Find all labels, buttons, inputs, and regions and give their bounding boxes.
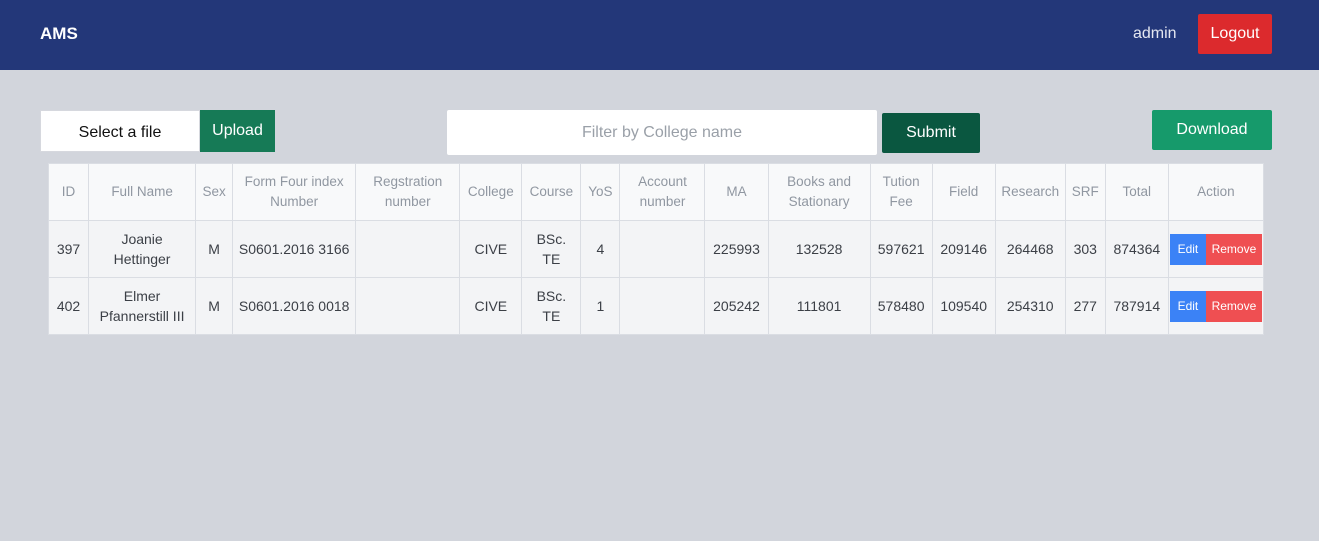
cell-books: 132528 [767,220,871,278]
cell-registration-number [355,220,461,278]
upload-button[interactable]: Upload [200,110,275,152]
col-header-form-four-index: Form Four index Number [232,163,357,221]
remove-button[interactable]: Remove [1205,233,1262,265]
cell-college: CIVE [459,277,523,335]
col-header-full-name: Full Name [88,163,197,221]
col-header-action: Action [1167,163,1265,221]
cell-form-four-index: S0601.2016 0018 [232,277,357,335]
col-header-field: Field [931,163,996,221]
cell-account-number [619,277,706,335]
table-header-row: ID Full Name Sex Form Four index Number … [47,163,1265,221]
cell-sex: M [195,220,234,278]
cell-account-number [619,220,706,278]
cell-srf: 277 [1064,277,1106,335]
table-row: 402 Elmer Pfannerstill III M S0601.2016 … [47,277,1265,335]
col-header-tuition: Tution Fee [869,163,933,221]
cell-registration-number [355,277,461,335]
cell-ma: 225993 [704,220,769,278]
cell-full-name: Joanie Hettinger [88,220,197,278]
allowances-table: ID Full Name Sex Form Four index Number … [47,163,1265,335]
col-header-books: Books and Stationary [767,163,871,221]
submit-button[interactable]: Submit [882,113,980,153]
file-select-button[interactable]: Select a file [40,110,200,152]
cell-sex: M [195,277,234,335]
cell-ma: 205242 [704,277,769,335]
col-header-registration-number: Regstration number [355,163,461,221]
col-header-research: Research [994,163,1066,221]
cell-tuition: 597621 [869,220,933,278]
logout-button[interactable]: Logout [1198,14,1272,54]
cell-course: BSc. TE [521,277,582,335]
cell-form-four-index: S0601.2016 3166 [232,220,357,278]
action-group: Edit Remove [1169,233,1262,265]
col-header-course: Course [521,163,582,221]
col-header-total: Total [1104,163,1169,221]
remove-button[interactable]: Remove [1205,290,1262,322]
cell-course: BSc. TE [521,220,582,278]
college-filter-input[interactable] [447,110,877,155]
col-header-college: College [459,163,523,221]
current-user-name: admin [1133,25,1177,42]
download-button[interactable]: Download [1152,110,1272,150]
cell-books: 111801 [767,277,871,335]
col-header-id: ID [47,163,90,221]
cell-id: 402 [47,277,90,335]
col-header-account-number: Account number [619,163,706,221]
cell-college: CIVE [459,220,523,278]
cell-srf: 303 [1064,220,1106,278]
cell-total: 787914 [1104,277,1169,335]
col-header-yos: YoS [580,163,621,221]
cell-research: 254310 [994,277,1066,335]
cell-yos: 1 [580,277,621,335]
cell-id: 397 [47,220,90,278]
cell-yos: 4 [580,220,621,278]
cell-field: 109540 [931,277,996,335]
cell-research: 264468 [994,220,1066,278]
col-header-ma: MA [704,163,769,221]
cell-field: 209146 [931,220,996,278]
cell-total: 874364 [1104,220,1169,278]
brand-logo[interactable]: AMS [40,24,78,44]
col-header-srf: SRF [1064,163,1106,221]
cell-full-name: Elmer Pfannerstill III [88,277,197,335]
action-group: Edit Remove [1169,290,1262,322]
cell-action: Edit Remove [1167,277,1265,335]
top-navbar: AMS admin Logout [0,0,1319,70]
cell-tuition: 578480 [869,277,933,335]
edit-button[interactable]: Edit [1169,290,1206,322]
edit-button[interactable]: Edit [1169,233,1206,265]
col-header-sex: Sex [195,163,234,221]
table-row: 397 Joanie Hettinger M S0601.2016 3166 C… [47,220,1265,278]
cell-action: Edit Remove [1167,220,1265,278]
